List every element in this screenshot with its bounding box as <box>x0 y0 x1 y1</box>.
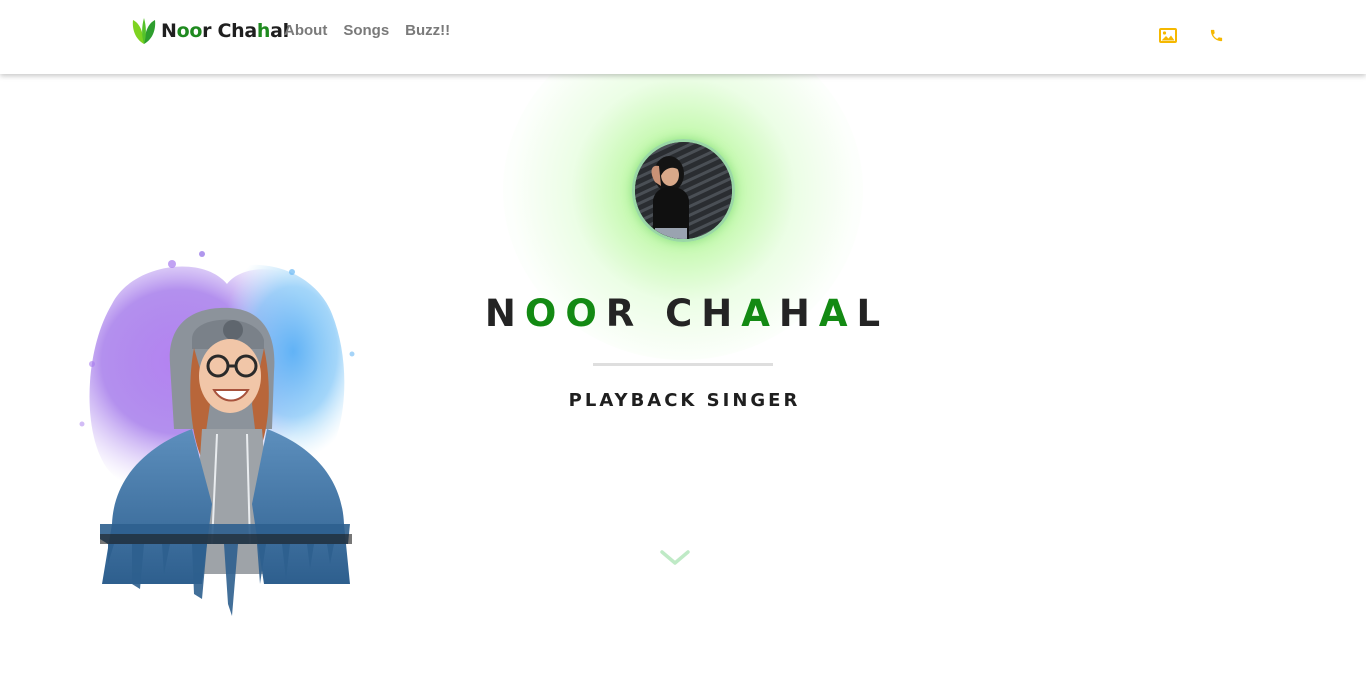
profile-avatar <box>632 139 735 242</box>
leaf-icon <box>131 17 157 45</box>
phone-icon[interactable] <box>1207 26 1225 44</box>
image-icon[interactable] <box>1159 26 1177 44</box>
nav-links: About Songs Buzz!! <box>284 22 450 39</box>
title-divider <box>593 363 773 366</box>
hero-subtitle: PLAYBACK SINGER <box>568 390 801 411</box>
hero-title: NOOR CHAHAL <box>484 292 890 335</box>
nav-icons <box>1159 26 1225 44</box>
nav-link-songs[interactable]: Songs <box>343 22 389 39</box>
brand-name: Noor Chahal <box>161 20 289 42</box>
navbar: Noor Chahal About Songs Buzz!! <box>0 0 1366 74</box>
nav-link-buzz[interactable]: Buzz!! <box>405 22 450 39</box>
nav-link-about[interactable]: About <box>284 22 327 39</box>
chevron-down-icon[interactable] <box>660 548 690 568</box>
brand-logo-link[interactable]: Noor Chahal <box>131 16 289 46</box>
